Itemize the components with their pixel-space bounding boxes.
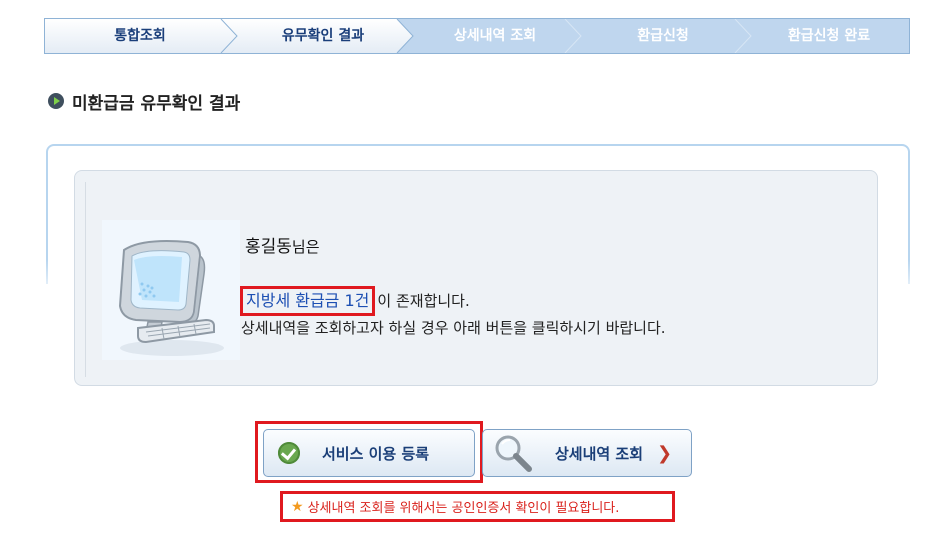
user-name: 홍길동 <box>245 237 292 257</box>
user-name-suffix: 님은 <box>291 238 320 256</box>
star-icon: ★ <box>291 498 304 515</box>
refund-exists-text: 이 존재합니다. <box>377 292 470 310</box>
certificate-notice: ★ 상세내역 조회를 위해서는 공인인증서 확인이 필요합니다. <box>280 491 675 522</box>
chevron-right-icon: ❯ <box>657 442 673 464</box>
magnifier-icon <box>491 431 535 475</box>
register-highlight-frame <box>255 421 483 483</box>
detail-inquiry-label: 상세내역 조회 <box>555 444 644 463</box>
refund-count-link[interactable]: 지방세 환급금 1건 <box>240 286 376 316</box>
divider <box>85 182 86 377</box>
instruction-text: 상세내역을 조회하고자 하실 경우 아래 버튼을 클릭하시기 바랍니다. <box>241 319 666 337</box>
bullet-icon <box>48 93 64 109</box>
step-integrated-inquiry: 통합조회 <box>114 28 166 44</box>
step-detail-inquiry: 상세내역 조회 <box>453 28 537 44</box>
section-title: 미환급금 유무확인 결과 <box>72 93 241 114</box>
user-greeting: 홍길동님은 <box>245 232 320 257</box>
refund-existence-line: 지방세 환급금 1건 이 존재합니다. <box>240 286 470 316</box>
step-refund-complete: 환급신청 완료 <box>787 28 871 44</box>
detail-inquiry-button[interactable]: 상세내역 조회 ❯ <box>482 429 692 477</box>
section-header: 미환급금 유무확인 결과 <box>48 90 241 114</box>
step-progress-bar: 통합조회 유무확인 결과 상세내역 조회 환급신청 환급신청 완료 <box>44 18 910 54</box>
step-check-result: 유무확인 결과 <box>281 28 365 44</box>
certificate-notice-text: 상세내역 조회를 위해서는 공인인증서 확인이 필요합니다. <box>307 501 620 516</box>
step-refund-apply: 환급신청 <box>637 28 689 44</box>
computer-monitor-icon <box>102 220 240 360</box>
